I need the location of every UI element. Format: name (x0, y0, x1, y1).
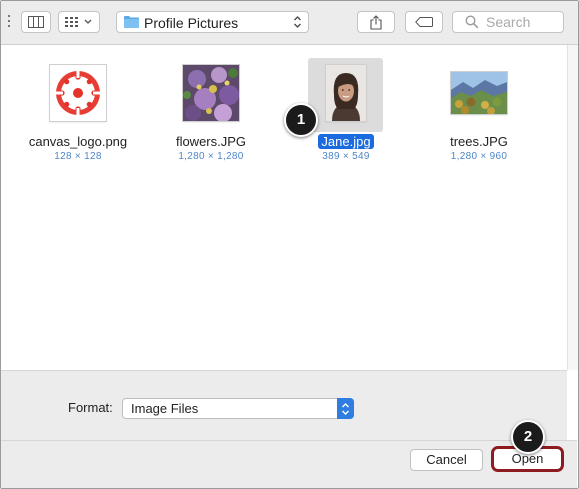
location-label: Profile Pictures (144, 15, 239, 31)
file-dimensions: 389 × 549 (322, 151, 370, 162)
trees-thumbnail (451, 72, 507, 115)
format-label: Format: (68, 400, 113, 415)
jane-thumbnail (326, 65, 366, 121)
tag-button[interactable] (405, 11, 443, 33)
folder-icon (124, 16, 139, 28)
file-name: flowers.JPG (175, 134, 247, 149)
search-input[interactable] (486, 13, 558, 31)
format-select[interactable]: Image Files (122, 398, 354, 419)
selected-file-name: Jane.jpg (318, 134, 374, 149)
format-bar: Format: Image Files (1, 370, 567, 441)
search-icon (465, 15, 479, 29)
share-icon (370, 14, 382, 30)
column-view-button[interactable] (21, 11, 51, 33)
flowers-thumbnail (183, 65, 239, 122)
drag-handle-icon[interactable] (7, 15, 11, 31)
file-dimensions: 128 × 128 (54, 151, 102, 162)
icon-view-icon (65, 16, 78, 27)
portrait-image (326, 65, 366, 121)
tag-icon (415, 17, 433, 27)
column-view-icon (28, 16, 44, 28)
share-button[interactable] (357, 11, 395, 33)
cancel-button[interactable]: Cancel (410, 449, 483, 471)
file-item-trees[interactable]: trees.JPG 1,280 × 960 (414, 57, 544, 162)
file-name: canvas_logo.png (28, 134, 128, 149)
flowers-image (183, 65, 239, 122)
step-2-callout: 2 (511, 420, 545, 454)
up-down-arrows-icon (342, 402, 349, 415)
chevron-down-icon (84, 19, 92, 24)
file-name: trees.JPG (450, 134, 508, 149)
format-value: Image Files (131, 401, 199, 416)
trees-image (451, 72, 507, 115)
search-field[interactable] (452, 11, 564, 33)
location-popup[interactable]: Profile Pictures (116, 11, 309, 33)
file-browser: canvas_logo.png 128 × 128 flowers.JPG 1,… (1, 45, 567, 370)
icon-view-button[interactable] (58, 11, 100, 33)
toolbar: Profile Pictures (1, 1, 578, 45)
scrollbar[interactable] (567, 45, 578, 370)
button-bar: Cancel Open (1, 440, 577, 488)
format-stepper[interactable] (337, 398, 354, 419)
up-down-arrows-icon (294, 16, 301, 28)
file-item-flowers[interactable]: flowers.JPG 1,280 × 1,280 (146, 57, 276, 162)
step-1-callout: 1 (284, 103, 318, 137)
canvas-logo-thumbnail (50, 65, 106, 121)
file-dimensions: 1,280 × 1,280 (178, 151, 244, 162)
canvas-logo-icon (55, 70, 101, 116)
file-item-canvas-logo[interactable]: canvas_logo.png 128 × 128 (13, 57, 143, 162)
file-dimensions: 1,280 × 960 (450, 151, 508, 162)
